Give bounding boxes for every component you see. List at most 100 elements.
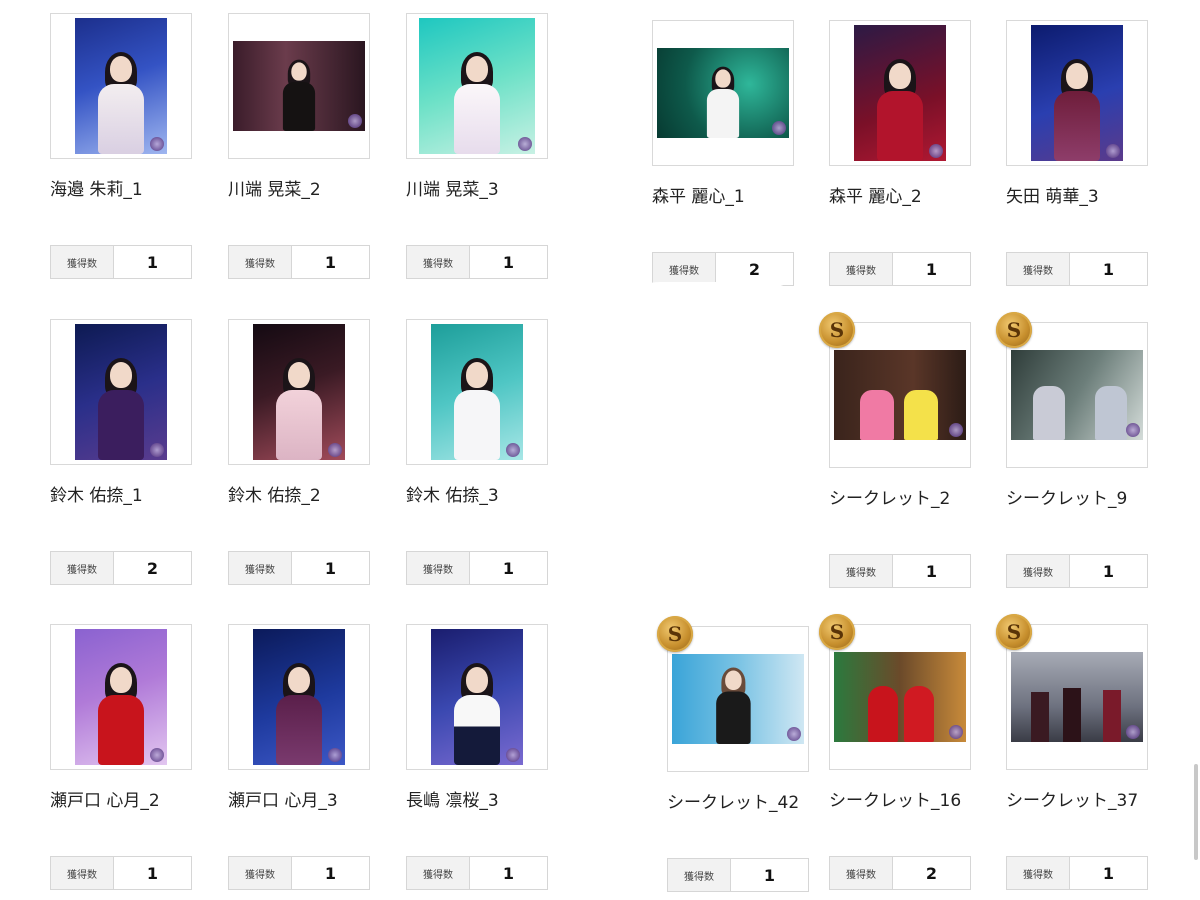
card-label: シークレット_42 — [667, 793, 800, 813]
card-thumbnail[interactable] — [228, 319, 370, 465]
card-thumbnail[interactable] — [228, 13, 370, 159]
count-value: 1 — [1102, 259, 1115, 279]
count-box: 獲得数 1 — [406, 245, 548, 279]
card-label: 瀬戸口 心月_3 — [228, 791, 338, 811]
count-value: 1 — [324, 558, 337, 578]
count-box: 獲得数 1 — [228, 551, 370, 585]
count-label: 獲得数 — [51, 552, 114, 584]
card-photo — [431, 629, 523, 765]
scrollbar[interactable] — [1194, 764, 1198, 860]
count-value: 1 — [146, 863, 159, 883]
count-value: 1 — [1102, 561, 1115, 581]
card-thumbnail[interactable] — [829, 20, 971, 166]
count-value: 1 — [324, 252, 337, 272]
card-label: 川端 晃菜_3 — [406, 180, 499, 200]
count-label: 獲得数 — [51, 857, 114, 889]
secret-s-icon: S — [996, 312, 1032, 348]
card-thumbnail[interactable] — [406, 624, 548, 770]
card-thumbnail[interactable] — [50, 319, 192, 465]
count-label: 獲得数 — [668, 859, 731, 891]
card-thumbnail[interactable] — [228, 624, 370, 770]
count-value: 1 — [925, 259, 938, 279]
card-thumbnail[interactable] — [1006, 20, 1148, 166]
card-label: シークレット_37 — [1006, 791, 1139, 811]
card-thumbnail[interactable] — [1006, 624, 1148, 770]
count-value: 2 — [925, 863, 938, 883]
count-label: 獲得数 — [229, 246, 292, 278]
count-label: 獲得数 — [407, 552, 470, 584]
count-value: 2 — [146, 558, 159, 578]
card-photo — [1031, 25, 1123, 161]
card-photo — [834, 350, 966, 440]
count-box: 獲得数 1 — [406, 856, 548, 890]
card-thumbnail[interactable] — [50, 624, 192, 770]
count-box: 獲得数 2 — [50, 551, 192, 585]
card-photo — [657, 48, 789, 138]
card-photo — [834, 652, 966, 742]
count-value: 1 — [324, 863, 337, 883]
count-value: 1 — [502, 252, 515, 272]
card-photo — [854, 25, 946, 161]
card-thumbnail[interactable] — [50, 13, 192, 159]
card-photo — [1011, 652, 1143, 742]
card-label: 鈴木 佑捺_2 — [228, 486, 321, 506]
count-label: 獲得数 — [653, 253, 716, 285]
card-photo — [253, 324, 345, 460]
count-box: 獲得数 1 — [829, 252, 971, 286]
count-box: 獲得数 1 — [50, 245, 192, 279]
count-label: 獲得数 — [229, 857, 292, 889]
card-thumbnail[interactable] — [406, 319, 548, 465]
card-label: 鈴木 佑捺_3 — [406, 486, 499, 506]
count-value: 1 — [763, 865, 776, 885]
count-label: 獲得数 — [229, 552, 292, 584]
count-box: 獲得数 2 — [652, 252, 794, 286]
count-box: 獲得数 1 — [667, 858, 809, 892]
card-label: シークレット_9 — [1006, 489, 1128, 509]
count-value: 2 — [748, 259, 761, 279]
count-box: 獲得数 1 — [50, 856, 192, 890]
count-box: 獲得数 1 — [228, 245, 370, 279]
card-thumbnail[interactable] — [1006, 322, 1148, 468]
card-label: 鈴木 佑捺_1 — [50, 486, 143, 506]
card-photo — [75, 18, 167, 154]
card-label: シークレット_2 — [829, 489, 951, 509]
count-value: 1 — [146, 252, 159, 272]
card-photo — [431, 324, 523, 460]
card-label: 長嶋 凛桜_3 — [406, 791, 499, 811]
card-thumbnail[interactable] — [652, 20, 794, 166]
count-value: 1 — [1102, 863, 1115, 883]
secret-s-icon: S — [657, 616, 693, 652]
count-box: 獲得数 1 — [406, 551, 548, 585]
blank-overlay — [612, 282, 812, 604]
count-box: 獲得数 1 — [228, 856, 370, 890]
card-photo — [253, 629, 345, 765]
count-value: 1 — [502, 863, 515, 883]
count-label: 獲得数 — [830, 857, 893, 889]
secret-s-icon: S — [819, 312, 855, 348]
card-label: 瀬戸口 心月_2 — [50, 791, 160, 811]
card-thumbnail[interactable] — [829, 322, 971, 468]
card-label: 森平 麗心_2 — [829, 187, 922, 207]
count-value: 1 — [925, 561, 938, 581]
count-label: 獲得数 — [407, 857, 470, 889]
card-label: 川端 晃菜_2 — [228, 180, 321, 200]
count-label: 獲得数 — [1007, 253, 1070, 285]
card-thumbnail[interactable] — [829, 624, 971, 770]
card-photo — [672, 654, 804, 744]
card-label: 森平 麗心_1 — [652, 187, 745, 207]
count-label: 獲得数 — [1007, 857, 1070, 889]
card-photo — [233, 41, 365, 131]
card-thumbnail[interactable] — [667, 626, 809, 772]
card-photo — [75, 629, 167, 765]
count-box: 獲得数 1 — [1006, 252, 1148, 286]
count-label: 獲得数 — [51, 246, 114, 278]
card-label: 矢田 萌華_3 — [1006, 187, 1099, 207]
card-photo — [75, 324, 167, 460]
card-thumbnail[interactable] — [406, 13, 548, 159]
count-label: 獲得数 — [407, 246, 470, 278]
card-label: シークレット_16 — [829, 791, 962, 811]
secret-s-icon: S — [819, 614, 855, 650]
count-box: 獲得数 1 — [829, 554, 971, 588]
card-photo — [1011, 350, 1143, 440]
count-value: 1 — [502, 558, 515, 578]
